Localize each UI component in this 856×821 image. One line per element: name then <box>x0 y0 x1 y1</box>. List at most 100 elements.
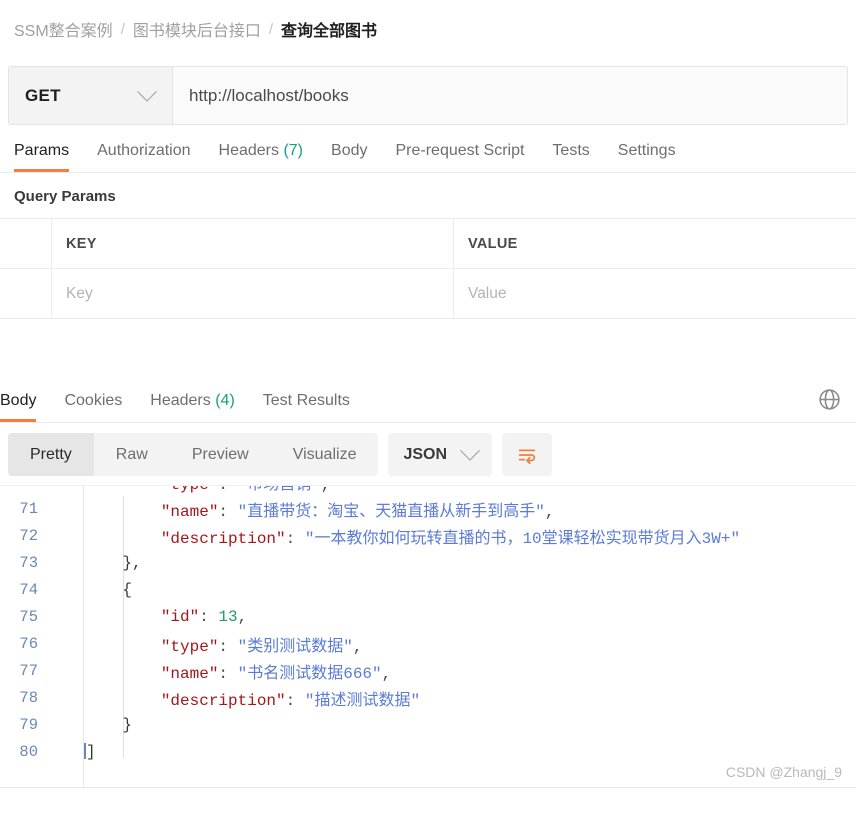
code-line: 75 "id": 13, <box>0 603 856 630</box>
tab-tests-label: Tests <box>552 142 589 159</box>
url-bar-container: GET http://localhost/books <box>0 58 856 125</box>
code-line: 79 } <box>0 711 856 738</box>
response-tabs: Body Cookies Headers (4) Test Results <box>0 375 856 423</box>
word-wrap-button[interactable] <box>502 433 552 476</box>
tab-pre-request-script[interactable]: Pre-request Script <box>381 142 538 172</box>
response-tab-cookies[interactable]: Cookies <box>50 392 136 422</box>
tab-headers-label: Headers <box>219 142 279 159</box>
column-header-value: VALUE <box>468 236 518 252</box>
code-line-text: } <box>60 716 856 734</box>
url-input[interactable]: http://localhost/books <box>173 67 847 124</box>
param-key-input[interactable]: Key <box>52 269 454 318</box>
response-tab-cookies-label: Cookies <box>64 392 122 409</box>
line-number: 78 <box>0 689 60 707</box>
code-line: 72 "description": "一本教你如何玩转直播的书，10堂课轻松实现… <box>0 522 856 549</box>
tab-body[interactable]: Body <box>317 142 381 172</box>
query-params-title: Query Params <box>0 173 856 218</box>
param-key-placeholder: Key <box>66 285 93 303</box>
line-number: 80 <box>0 743 60 761</box>
response-tab-test-results[interactable]: Test Results <box>249 392 364 422</box>
code-line-text: "description": "描述测试数据" <box>60 686 856 710</box>
code-line: 73 }, <box>0 549 856 576</box>
tab-settings[interactable]: Settings <box>604 142 690 172</box>
view-mode-visualize-label: Visualize <box>293 446 357 464</box>
code-line: 77 "name": "书名测试数据666", <box>0 657 856 684</box>
code-line-text: }, <box>60 554 856 572</box>
row-checkbox-cell[interactable] <box>0 269 52 318</box>
view-mode-visualize[interactable]: Visualize <box>271 433 379 476</box>
tab-headers-count: (7) <box>283 142 303 159</box>
param-value-input[interactable]: Value <box>454 269 856 318</box>
chevron-down-icon <box>137 81 157 101</box>
chevron-down-icon <box>460 440 480 460</box>
response-tab-body[interactable]: Body <box>0 392 50 422</box>
line-number: 77 <box>0 662 60 680</box>
response-body-lines: 70 "type": "市场营销",71 "name": "直播带货：淘宝、天猫… <box>0 485 856 765</box>
http-method-select[interactable]: GET <box>9 67 173 124</box>
breadcrumb-item-folder[interactable]: 图书模块后台接口 <box>133 17 261 41</box>
response-tab-body-label: Body <box>0 392 36 409</box>
breadcrumb: SSM整合案例 / 图书模块后台接口 / 查询全部图书 <box>0 0 856 58</box>
breadcrumb-item-collection[interactable]: SSM整合案例 <box>14 17 113 41</box>
response-format-label: JSON <box>403 446 447 464</box>
response-tab-headers-label: Headers <box>150 392 210 409</box>
line-number: 76 <box>0 635 60 653</box>
code-line-text: "name": "直播带货：淘宝、天猫直播从新手到高手", <box>60 497 856 521</box>
code-line-text: { <box>60 581 856 599</box>
view-mode-preview-label: Preview <box>192 446 249 464</box>
tab-headers[interactable]: Headers (7) <box>205 142 318 172</box>
tab-tests[interactable]: Tests <box>538 142 603 172</box>
code-line-text: "name": "书名测试数据666", <box>60 659 856 683</box>
response-body-viewer[interactable]: 70 "type": "市场营销",71 "name": "直播带货：淘宝、天猫… <box>0 485 856 788</box>
url-bar: GET http://localhost/books <box>8 66 848 125</box>
code-line-text: "type": "类别测试数据", <box>60 632 856 656</box>
column-header-key: KEY <box>66 236 97 252</box>
code-line: 76 "type": "类别测试数据", <box>0 630 856 657</box>
line-number: 72 <box>0 527 60 545</box>
response-tab-test-results-label: Test Results <box>263 392 350 409</box>
code-line: 80] <box>0 738 856 765</box>
code-line-text: "id": 13, <box>60 608 856 626</box>
response-format-select[interactable]: JSON <box>388 433 492 476</box>
code-line-text: "description": "一本教你如何玩转直播的书，10堂课轻松实现带货月… <box>60 524 856 548</box>
pane-divider <box>0 319 856 375</box>
code-line: 78 "description": "描述测试数据" <box>0 684 856 711</box>
view-mode-preview[interactable]: Preview <box>170 433 271 476</box>
code-line: 71 "name": "直播带货：淘宝、天猫直播从新手到高手", <box>0 495 856 522</box>
view-mode-raw[interactable]: Raw <box>94 433 170 476</box>
http-method-label: GET <box>25 86 61 106</box>
response-view-controls: Pretty Raw Preview Visualize JSON <box>0 423 856 485</box>
view-mode-pretty-label: Pretty <box>30 446 72 464</box>
tab-settings-label: Settings <box>618 142 676 159</box>
breadcrumb-separator: / <box>121 21 125 38</box>
table-header-row: KEY VALUE <box>0 219 856 269</box>
response-view-mode-group: Pretty Raw Preview Visualize <box>8 433 378 476</box>
view-mode-raw-label: Raw <box>116 446 148 464</box>
breadcrumb-separator: / <box>269 21 273 38</box>
watermark: CSDN @Zhangj_9 <box>726 764 842 780</box>
request-tabs: Params Authorization Headers (7) Body Pr… <box>0 125 856 173</box>
tab-pre-request-script-label: Pre-request Script <box>395 142 524 159</box>
code-line-text: ] <box>60 743 856 761</box>
query-params-table: KEY VALUE Key Value <box>0 218 856 319</box>
breadcrumb-item-request: 查询全部图书 <box>281 17 377 41</box>
globe-icon[interactable] <box>817 387 842 412</box>
header-key-cell: KEY <box>52 219 454 268</box>
line-number: 75 <box>0 608 60 626</box>
response-tab-headers-count: (4) <box>215 392 235 409</box>
response-tab-headers[interactable]: Headers (4) <box>136 392 249 422</box>
table-row: Key Value <box>0 269 856 319</box>
tab-authorization-label: Authorization <box>97 142 190 159</box>
param-value-placeholder: Value <box>468 285 507 303</box>
code-line-text: "type": "市场营销", <box>60 485 856 494</box>
line-number: 73 <box>0 554 60 572</box>
tab-params[interactable]: Params <box>8 142 83 172</box>
line-number: 70 <box>0 485 60 491</box>
tab-body-label: Body <box>331 142 367 159</box>
code-line: 74 { <box>0 576 856 603</box>
line-number: 71 <box>0 500 60 518</box>
line-number: 74 <box>0 581 60 599</box>
tab-authorization[interactable]: Authorization <box>83 142 204 172</box>
view-mode-pretty[interactable]: Pretty <box>8 433 94 476</box>
tab-params-label: Params <box>14 142 69 159</box>
